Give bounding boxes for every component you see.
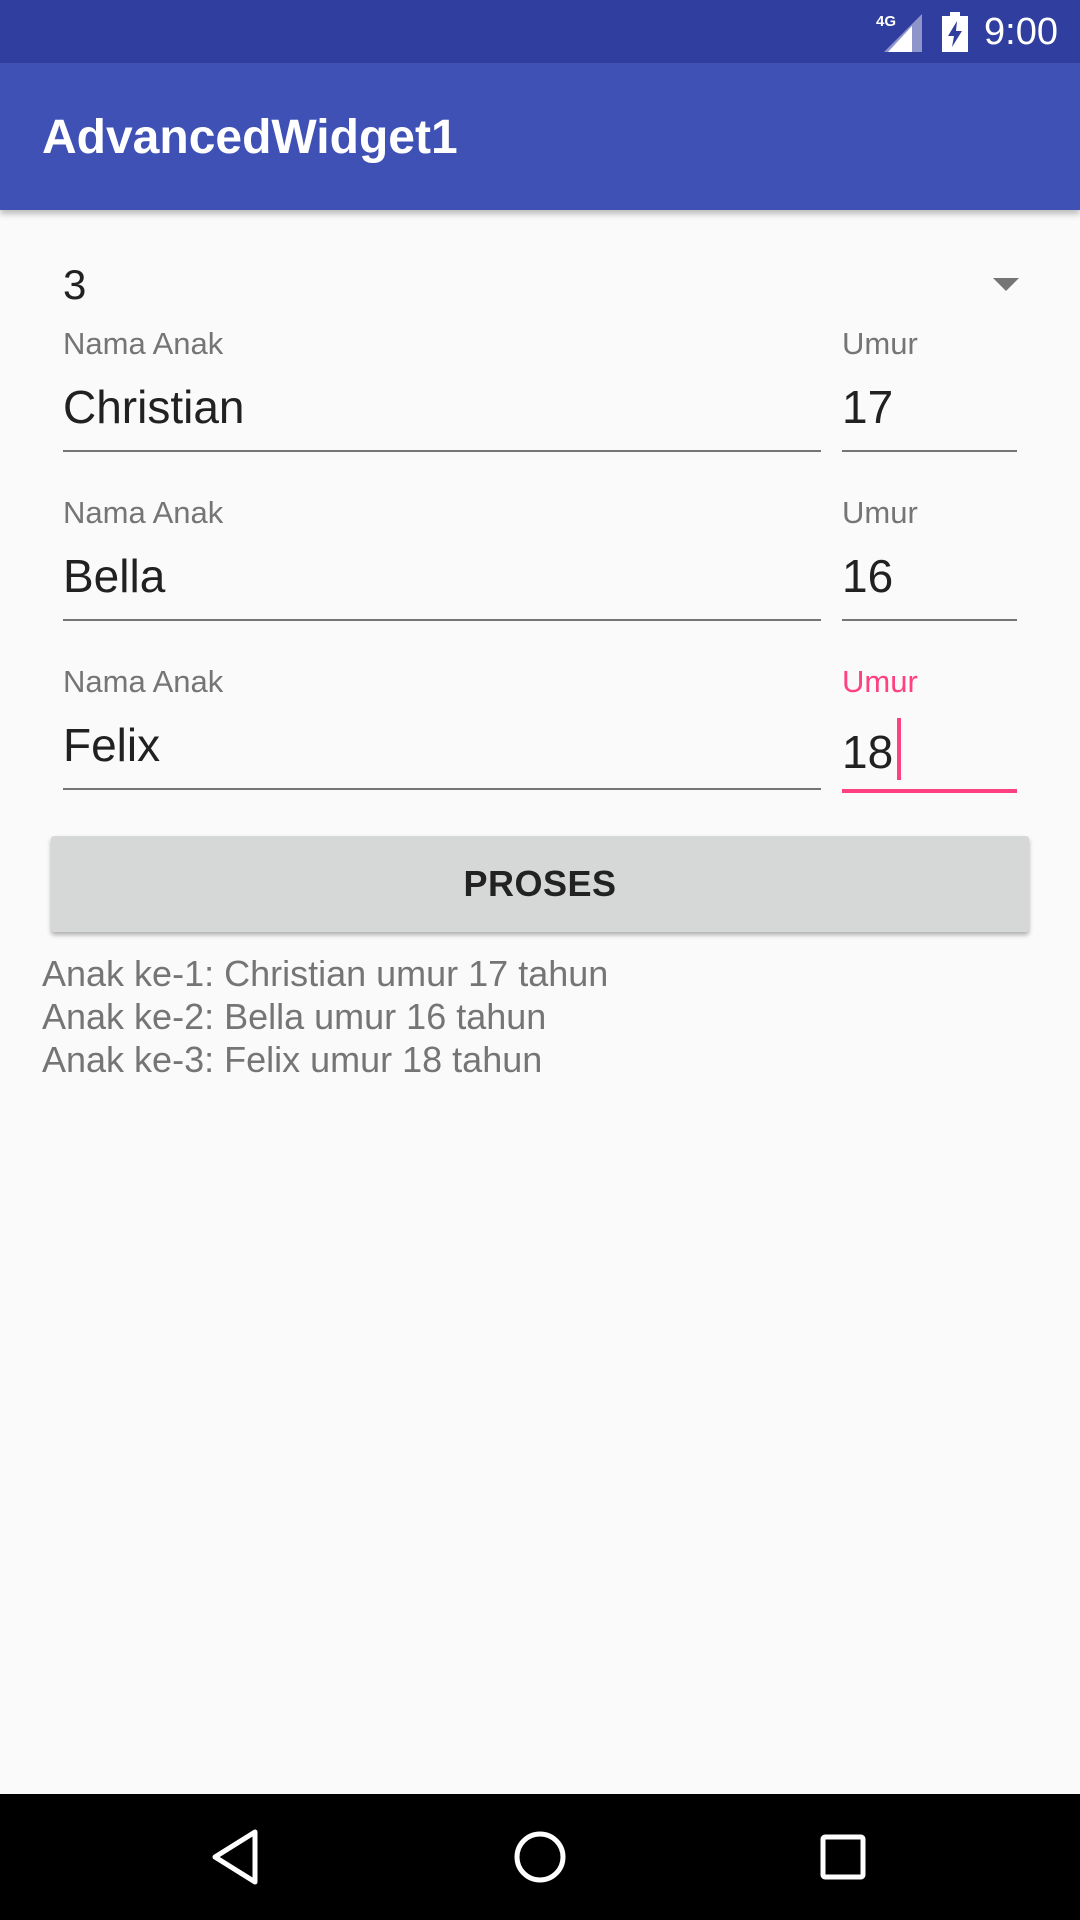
child-name-field-1[interactable]: Nama Anak Christian	[63, 326, 821, 452]
text-cursor	[897, 718, 902, 780]
child-name-label: Nama Anak	[63, 326, 224, 361]
child-age-label: Umur	[842, 495, 918, 530]
child-name-field-3[interactable]: Nama Anak Felix	[63, 664, 821, 790]
result-text: Anak ke-1: Christian umur 17 tahun Anak …	[42, 952, 1042, 1081]
app-bar: AdvancedWidget1	[0, 63, 1080, 210]
clock: 9:00	[984, 11, 1058, 53]
navigation-bar	[0, 1794, 1080, 1920]
recents-icon[interactable]	[810, 1824, 876, 1890]
child-name-input[interactable]: Bella	[63, 549, 165, 603]
child-age-field-2[interactable]: Umur 16	[842, 495, 1017, 621]
child-name-label: Nama Anak	[63, 664, 224, 699]
child-age-label: Umur	[842, 664, 918, 699]
home-icon[interactable]	[507, 1824, 573, 1890]
field-underline	[63, 619, 821, 621]
status-bar: 4G 9:00	[0, 0, 1080, 63]
child-age-input[interactable]: 18	[842, 726, 893, 778]
field-underline	[63, 450, 821, 452]
field-underline	[63, 788, 821, 790]
field-underline	[842, 619, 1017, 621]
battery-charging-icon	[942, 12, 968, 52]
result-line: Anak ke-1: Christian umur 17 tahun	[42, 953, 609, 994]
child-age-input[interactable]: 16	[842, 549, 893, 603]
count-spinner[interactable]: 3	[63, 250, 1023, 320]
back-icon[interactable]	[203, 1824, 269, 1890]
child-name-label: Nama Anak	[63, 495, 224, 530]
field-underline	[842, 450, 1017, 452]
result-line: Anak ke-2: Bella umur 16 tahun	[42, 996, 547, 1037]
proses-button[interactable]: PROSES	[51, 836, 1029, 932]
child-age-input[interactable]: 17	[842, 380, 893, 434]
app-title: AdvancedWidget1	[42, 111, 458, 164]
child-age-field-1[interactable]: Umur 17	[842, 326, 1017, 452]
network-type-label: 4G	[876, 13, 896, 30]
field-underline-focused	[842, 789, 1017, 793]
child-name-field-2[interactable]: Nama Anak Bella	[63, 495, 821, 621]
child-age-input-wrapper[interactable]: 18	[842, 718, 902, 780]
dropdown-arrow-icon	[993, 278, 1019, 291]
signal-4g-icon: 4G	[876, 13, 922, 52]
spinner-selected-value: 3	[63, 261, 87, 308]
child-age-label: Umur	[842, 326, 918, 361]
result-line: Anak ke-3: Felix umur 18 tahun	[42, 1039, 543, 1080]
child-name-input[interactable]: Christian	[63, 380, 245, 434]
child-name-input[interactable]: Felix	[63, 718, 160, 772]
child-age-field-3[interactable]: Umur 18	[842, 664, 1017, 793]
